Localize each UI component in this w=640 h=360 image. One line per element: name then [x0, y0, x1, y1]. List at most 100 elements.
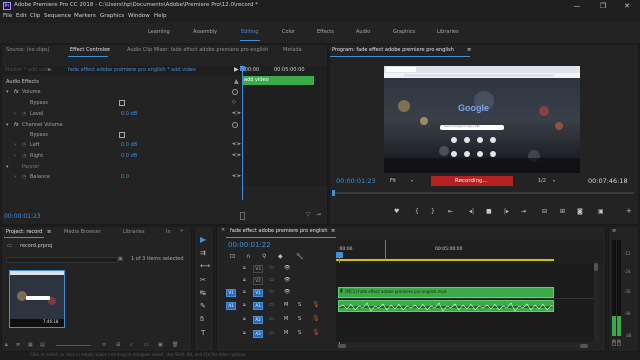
workspace-editing[interactable]: Editing	[241, 30, 258, 35]
program-menu-icon[interactable]: ≡	[467, 48, 471, 53]
linked-selection-icon[interactable]: ⚲	[262, 254, 266, 260]
a3-target-button[interactable]: A3	[253, 330, 263, 338]
program-monitor-title[interactable]: Program: fade effect adobe premiere pro …	[332, 48, 454, 53]
level-stopwatch-icon[interactable]: ◷	[22, 112, 26, 117]
program-video-preview[interactable]: Google Search Google or type a URL	[384, 66, 580, 173]
go-to-in-icon[interactable]: ⇤	[448, 209, 453, 215]
comparison-view-icon[interactable]: ▣	[598, 209, 604, 215]
v1-sync-lock-icon[interactable]: ▭	[269, 290, 274, 295]
left-stopwatch-icon[interactable]: ◷	[22, 143, 26, 148]
workspace-color[interactable]: Color	[282, 30, 295, 35]
ripple-edit-tool-icon[interactable]: ⟷	[200, 263, 210, 270]
audio-meter-menu-icon[interactable]: ≡	[612, 229, 616, 234]
clip-dropdown-arrow-icon[interactable]: ▸	[48, 67, 51, 73]
volume-expand-icon[interactable]: ▾	[6, 90, 9, 95]
find-icon[interactable]: ⌕	[130, 343, 133, 348]
balance-keyframe-icon[interactable]: ◂◇▸	[232, 174, 241, 179]
menu-edit[interactable]: Edit	[16, 13, 27, 20]
ec-playhead-handle[interactable]	[240, 66, 245, 71]
new-bin-bottom-icon[interactable]: ▭	[144, 343, 149, 348]
new-bin-icon[interactable]: ▣	[118, 257, 123, 262]
nest-toggle-icon[interactable]: ⊡	[230, 254, 235, 260]
timeline-menu-icon[interactable]: ≡	[331, 229, 335, 234]
a1-mute-button[interactable]: M	[284, 303, 288, 308]
selection-tool-icon[interactable]: ▶	[200, 236, 206, 244]
project-search-input[interactable]	[6, 257, 118, 263]
v3-visibility-icon[interactable]: 👁︎	[284, 266, 290, 271]
a1-source-patch-button[interactable]: A1	[226, 302, 236, 310]
play-audio-icon[interactable]: ▶	[234, 67, 239, 73]
stop-icon[interactable]: ■	[486, 209, 492, 215]
v1-source-patch-button[interactable]: V1	[226, 289, 236, 297]
mark-in-icon[interactable]: {	[415, 209, 419, 215]
balance-stopwatch-icon[interactable]: ◷	[22, 175, 26, 180]
menu-markers[interactable]: Markers	[74, 13, 96, 20]
reset-volume-icon[interactable]	[232, 89, 238, 95]
right-value[interactable]: 0.0 dB	[121, 154, 137, 159]
tab-project[interactable]: Project: record	[6, 230, 42, 235]
workspace-libraries[interactable]: Libraries	[437, 30, 459, 35]
timeline-vertical-scrollbar[interactable]	[594, 263, 598, 342]
zoom-slider[interactable]	[56, 345, 91, 346]
tab-libraries[interactable]: Libraries	[123, 230, 145, 235]
workspace-learning[interactable]: Learning	[148, 30, 170, 35]
slip-tool-icon[interactable]: ↹	[200, 290, 206, 297]
a2-lock-icon[interactable]: 🔒︎	[243, 317, 246, 322]
tab-effect-controls[interactable]: Effect Controls	[70, 48, 107, 53]
menu-help[interactable]: Help	[154, 13, 167, 20]
more-panels-icon[interactable]: »	[180, 229, 183, 234]
v3-sync-lock-icon[interactable]: ▭	[269, 266, 274, 271]
tab-info[interactable]: In	[166, 230, 171, 235]
a3-lock-icon[interactable]: 🔒︎	[243, 331, 246, 336]
sort-icon[interactable]: ≡	[102, 343, 106, 348]
sequence-clip-label[interactable]: fade effect adobe premiere pro english *…	[68, 68, 196, 73]
razor-tool-icon[interactable]: ✂	[200, 277, 206, 284]
tab-metadata[interactable]: Metada	[283, 48, 302, 53]
reset-channel-volume-icon[interactable]	[232, 122, 238, 128]
channel-volume-fx-icon[interactable]: fx	[14, 123, 19, 128]
add-button-icon[interactable]: +	[626, 208, 632, 215]
effect-controls-menu-icon[interactable]: ≡	[106, 48, 110, 53]
a1-solo-button[interactable]: S	[298, 303, 301, 308]
a3-mute-button[interactable]: M	[284, 331, 288, 336]
new-item-icon[interactable]: ▣	[158, 343, 163, 348]
program-scrub-bar[interactable]	[332, 192, 634, 194]
a2-voiceover-record-icon[interactable]: 🎙︎	[312, 316, 320, 322]
a3-solo-button[interactable]: S	[298, 331, 301, 336]
v2-sync-lock-icon[interactable]: ▭	[269, 278, 274, 283]
timeline-scroll-thumb-left[interactable]	[338, 344, 346, 348]
right-keyframe-icon[interactable]: ◂◇▸	[232, 153, 241, 158]
a3-voiceover-record-icon[interactable]: 🎙︎	[312, 330, 320, 336]
timeline-scroll-thumb-right[interactable]	[580, 344, 588, 348]
resolution-dropdown-arrow-icon[interactable]: ▾	[553, 179, 555, 183]
right-stopwatch-icon[interactable]: ◷	[22, 154, 26, 159]
tab-audio-clip-mixer[interactable]: Audio Clip Mixer: fade effect adobe prem…	[127, 48, 268, 53]
balance-value[interactable]: 0.0	[121, 175, 129, 180]
ec-timecode[interactable]: 00:00:01:23	[4, 214, 41, 220]
program-timecode[interactable]: 00:00:01:23	[336, 178, 376, 185]
left-value[interactable]: 0.0 dB	[121, 143, 137, 148]
tab-media-browser[interactable]: Media Browser	[64, 230, 101, 235]
track-select-tool-icon[interactable]: ⇉	[200, 250, 206, 257]
timeline-horizontal-scrollbar[interactable]	[338, 344, 588, 348]
snap-icon[interactable]: ∩	[246, 254, 250, 260]
freeform-view-icon[interactable]: ▤	[40, 343, 45, 348]
level-expand-icon[interactable]: ›	[14, 112, 16, 117]
a2-mute-button[interactable]: M	[284, 317, 288, 322]
bypass-checkbox[interactable]	[119, 100, 125, 106]
menu-sequence[interactable]: Sequence	[44, 13, 71, 20]
timeline-settings-icon[interactable]: 🔧︎	[296, 254, 304, 260]
program-playhead[interactable]	[332, 190, 335, 196]
panner-expand-icon[interactable]: ▾	[6, 165, 9, 170]
icon-view-icon[interactable]: ▦	[28, 343, 33, 348]
resolution-dropdown[interactable]: 1/2	[538, 179, 546, 184]
work-area-bar[interactable]	[336, 259, 554, 261]
export-frame-icon[interactable]: ◙	[577, 209, 583, 215]
a3-sync-lock-icon[interactable]: ▭	[269, 331, 274, 336]
a1-target-button[interactable]: A1	[253, 302, 263, 310]
bypass-keyframe-icon[interactable]: ◇	[232, 100, 236, 105]
fit-dropdown[interactable]: Fit	[390, 179, 396, 184]
audio-clip[interactable]	[338, 300, 554, 312]
a1-voiceover-record-icon[interactable]: 🎙︎	[312, 302, 320, 308]
clear-icon[interactable]: 🗑︎	[172, 343, 178, 348]
